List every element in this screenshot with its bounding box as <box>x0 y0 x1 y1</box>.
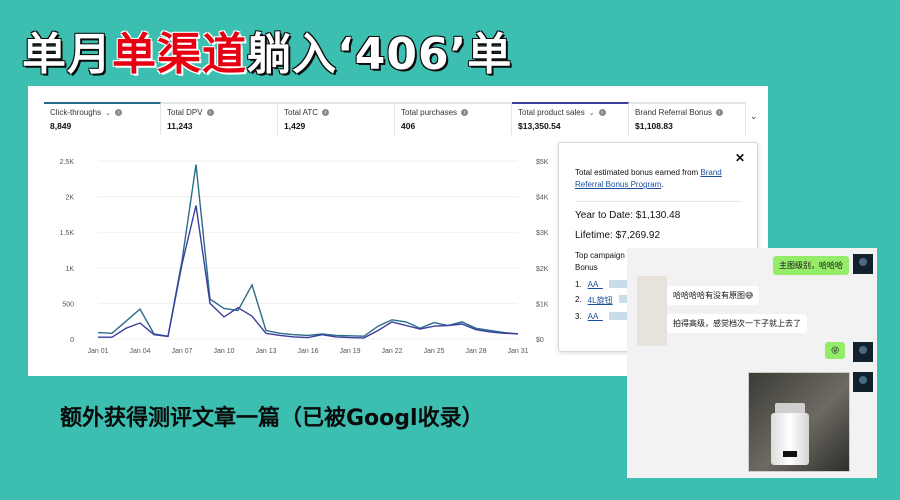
humidifier-display <box>783 451 797 457</box>
y-left-tick-label: 500 <box>62 301 74 308</box>
chat-message-outgoing: 😜 <box>825 342 846 359</box>
wink-tongue-icon: 😜 <box>831 346 840 355</box>
y-left-tick-label: 2.5K <box>60 159 75 166</box>
chat-message-outgoing: 主图级别，哈哈哈 <box>773 256 849 275</box>
tab-total-dpv[interactable]: Total DPV i 11,243 <box>161 102 278 135</box>
x-tick-label: Jan 31 <box>507 348 528 355</box>
popup-intro-text: Total estimated bonus earned from <box>575 168 701 177</box>
x-tick-label: Jan 10 <box>213 348 234 355</box>
tab-total-purchases[interactable]: Total purchases i 406 <box>395 102 512 135</box>
tab-value: 11,243 <box>167 121 193 131</box>
info-icon[interactable]: i <box>715 109 723 116</box>
tab-click-throughs[interactable]: Click-throughs ⌄ i 8,849 <box>44 102 161 135</box>
campaign-link[interactable]: AA_ <box>588 280 603 289</box>
popup-intro-end: . <box>661 180 664 189</box>
humidifier-photo[interactable] <box>748 372 850 472</box>
info-icon[interactable]: i <box>598 109 606 116</box>
metric-tabs: Click-throughs ⌄ i 8,849 Total DPV i 11,243… <box>44 102 746 135</box>
tab-label: Click-throughs <box>50 108 102 117</box>
tab-value: 406 <box>401 121 416 131</box>
tab-value: $1,108.83 <box>635 121 673 131</box>
x-tick-label: Jan 04 <box>129 348 150 355</box>
headline-part1: 单月 <box>22 29 112 80</box>
chat-window: 主图级别，哈哈哈 哈哈哈哈有没有原图😅 拍得高级，感觉档次一下子就上去了 😜 <box>627 248 877 478</box>
campaign-number: 2. <box>575 295 582 304</box>
tab-value: 8,849 <box>50 121 72 131</box>
line-chart: 2.5K 2K 1.5K 1K 500 0 $5K $4K $3K $2K $1K $0 Jan 01 J… <box>60 159 549 355</box>
tab-label: Total DPV <box>167 108 203 117</box>
x-tick-label: Jan 13 <box>255 348 276 355</box>
y-left-tick-label: 1.5K <box>60 230 75 237</box>
tab-label: Total purchases <box>401 108 458 117</box>
headline-part3: 躺入‘406’单 <box>247 29 513 80</box>
year-to-date-stat: Year to Date: $1,130.48 <box>575 210 681 221</box>
tab-value: $13,350.54 <box>518 121 561 131</box>
close-icon[interactable]: ✕ <box>735 151 745 165</box>
y-right-tick-label: $2K <box>536 266 549 273</box>
campaign-link[interactable]: 4L旋钮 <box>588 295 613 306</box>
headline-title: 单月单渠道躺入‘406’单 <box>22 18 512 82</box>
humidifier-body <box>771 413 809 465</box>
chevron-down-icon[interactable]: ⌄ <box>589 109 595 117</box>
headline-highlight: 单渠道 <box>112 29 247 80</box>
y-right-tick-label: $0 <box>536 337 544 344</box>
y-left-tick-label: 2K <box>65 195 74 202</box>
info-icon[interactable]: i <box>115 109 123 116</box>
tab-brand-referral-bonus[interactable]: Brand Referral Bonus i $1,108.83 <box>629 102 746 135</box>
chat-text: 哈哈哈哈有没有原图 <box>673 291 745 300</box>
tab-total-atc[interactable]: Total ATC i 1,429 <box>278 102 395 135</box>
x-tick-label: Jan 22 <box>381 348 402 355</box>
x-tick-label: Jan 01 <box>87 348 108 355</box>
avatar <box>853 254 873 274</box>
popup-divider <box>575 201 741 202</box>
info-icon[interactable]: i <box>322 109 330 116</box>
chat-message-incoming: 哈哈哈哈有没有原图😅 <box>667 286 760 305</box>
blurred-avatar <box>637 276 667 346</box>
info-icon[interactable]: i <box>206 109 214 116</box>
top-campaign-text: Top campaign <box>575 251 625 260</box>
tab-value: 1,429 <box>284 121 306 131</box>
x-tick-label: Jan 25 <box>423 348 444 355</box>
x-tick-label: Jan 28 <box>465 348 486 355</box>
x-tick-label: Jan 19 <box>339 348 360 355</box>
avatar <box>853 372 873 392</box>
series-line-2 <box>98 205 519 339</box>
y-right-tick-label: $4K <box>536 195 549 202</box>
chat-message-incoming: 拍得高级，感觉档次一下子就上去了 <box>667 314 807 333</box>
series-line-1 <box>97 164 519 337</box>
tab-total-product-sales[interactable]: Total product sales ⌄ i $13,350.54 <box>512 102 629 135</box>
x-tick-label: Jan 07 <box>171 348 192 355</box>
chevron-down-icon[interactable]: ⌄ <box>105 109 111 117</box>
avatar <box>853 342 873 362</box>
top-campaign-bonus-text: Bonus <box>575 263 598 272</box>
y-right-tick-label: $1K <box>536 301 549 308</box>
tab-label: Total product sales <box>518 108 585 117</box>
y-right-tick-label: $3K <box>536 230 549 237</box>
campaign-number: 1. <box>575 280 582 289</box>
campaign-number: 3. <box>575 312 582 321</box>
y-right-tick-label: $5K <box>536 159 549 166</box>
subtitle-text: 额外获得测评文章一篇（已被Googl收录） <box>60 406 484 431</box>
lifetime-stat: Lifetime: $7,269.92 <box>575 230 661 241</box>
info-icon[interactable]: i <box>461 109 469 116</box>
sweat-smile-icon: 😅 <box>745 291 754 300</box>
tabs-expand-chevron-icon[interactable]: ⌄ <box>750 112 758 122</box>
y-left-tick-label: 1K <box>65 266 74 273</box>
popup-intro: Total estimated bonus earned from Brand … <box>575 167 735 191</box>
tab-label: Total ATC <box>284 108 319 117</box>
y-left-tick-label: 0 <box>70 337 74 344</box>
x-tick-label: Jan 16 <box>297 348 318 355</box>
campaign-link[interactable]: AA_ <box>588 312 603 321</box>
tab-label: Brand Referral Bonus <box>635 108 712 117</box>
